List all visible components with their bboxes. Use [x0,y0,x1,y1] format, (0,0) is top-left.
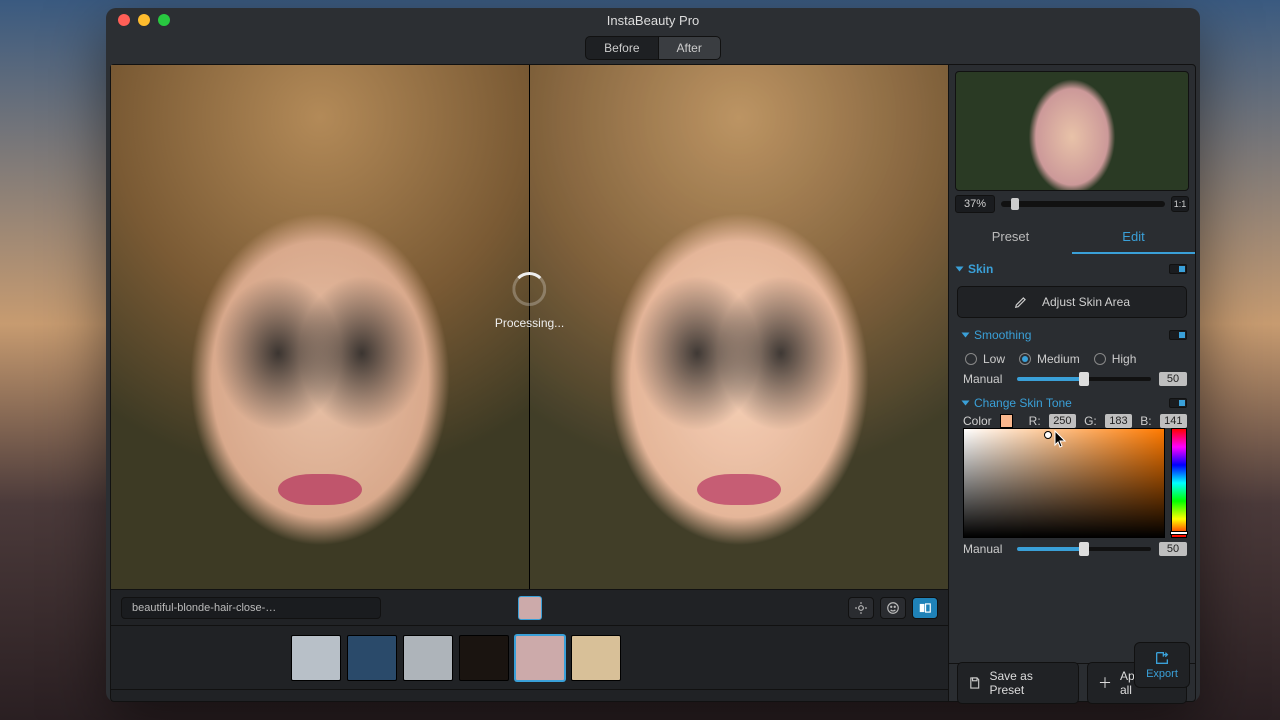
smoothing-manual-row: Manual 50 [963,372,1187,386]
filename-field[interactable]: beautiful-blonde-hair-close-… [121,597,381,619]
brush-icon [1014,295,1028,309]
r-value[interactable]: 250 [1049,414,1076,428]
section-skintone-title: Change Skin Tone [974,396,1072,410]
radio-medium-label: Medium [1037,352,1080,366]
spinner-icon [513,272,547,306]
current-thumb[interactable] [518,596,542,620]
save-icon [968,676,982,690]
compare-view[interactable]: Processing... [111,65,948,589]
smoothing-manual-slider[interactable] [1017,377,1151,381]
smoothing-toggle[interactable] [1169,330,1187,340]
smoothing-manual-label: Manual [963,372,1009,386]
section-skintone-header[interactable]: Change Skin Tone [963,392,1187,414]
thumb-0[interactable] [291,635,341,681]
save-preset-label: Save as Preset [990,669,1068,697]
edit-panel: Skin Adjust Skin Area Smoothing Low [949,254,1195,663]
export-button[interactable]: Export [1134,642,1190,688]
smoothing-manual-value[interactable]: 50 [1159,372,1187,386]
app-title: InstaBeauty Pro [106,13,1200,28]
export-icon [1153,650,1171,666]
side-panel: 37% 1:1 Preset Edit Skin Adjust Skin Are… [948,64,1196,702]
tab-preset[interactable]: Preset [949,221,1072,254]
sparkle-icon [854,601,868,615]
chevron-down-icon [962,401,970,406]
section-smoothing-header[interactable]: Smoothing [963,324,1187,346]
info-row: beautiful-blonde-hair-close-… [111,589,948,625]
skintone-manual-row: Manual 50 [963,542,1187,556]
section-skin-title: Skin [968,262,993,276]
radio-high[interactable]: High [1094,352,1137,366]
hue-knob-icon [1170,531,1188,535]
before-button[interactable]: Before [585,36,658,60]
sv-cursor-icon [1044,431,1052,439]
thumb-3[interactable] [459,635,509,681]
color-picker [963,428,1187,538]
navigator-image[interactable] [955,71,1189,191]
main-panel: Processing... beautiful-blonde-hair-clos… [110,64,948,702]
hue-slider[interactable] [1171,428,1187,538]
thumb-2[interactable] [403,635,453,681]
color-swatch[interactable] [1000,414,1013,428]
section-skin-header[interactable]: Skin [957,258,1187,280]
processing-overlay: Processing... [495,272,564,330]
plus-icon: ＋ [1098,673,1112,693]
smoothing-radios: Low Medium High [963,346,1187,372]
save-preset-button[interactable]: Save as Preset [957,662,1079,704]
section-smoothing-title: Smoothing [974,328,1031,342]
after-image [530,65,948,589]
b-value[interactable]: 141 [1160,414,1187,428]
compare-toggle: Before After [106,32,1200,64]
app-window: InstaBeauty Pro Before After Processing.… [106,8,1200,702]
adjust-skin-area-label: Adjust Skin Area [1042,295,1130,309]
thumb-4[interactable] [515,635,565,681]
titlebar: InstaBeauty Pro [106,8,1200,32]
color-label: Color [963,414,992,428]
skintone-manual-value[interactable]: 50 [1159,542,1187,556]
thumb-1[interactable] [347,635,397,681]
adjust-skin-area-button[interactable]: Adjust Skin Area [957,286,1187,318]
radio-low-label: Low [983,352,1005,366]
auto-enhance-button[interactable] [848,597,874,619]
thumb-5[interactable] [571,635,621,681]
face-detect-button[interactable] [880,597,906,619]
zoom-reset-button[interactable]: 1:1 [1171,196,1189,212]
skin-toggle[interactable] [1169,264,1187,274]
skintone-manual-slider[interactable] [1017,547,1151,551]
filmstrip-scrollbar[interactable] [111,689,948,701]
navigator: 37% 1:1 [949,65,1195,213]
chevron-down-icon [956,267,964,272]
color-row: Color R: 250 G: 183 B: 141 [963,414,1187,428]
g-label: G: [1084,414,1097,428]
zoom-percent[interactable]: 37% [955,195,995,213]
split-icon [918,601,932,615]
sv-plane[interactable] [963,428,1165,538]
processing-label: Processing... [495,316,564,330]
before-image [111,65,530,589]
panel-tabs: Preset Edit [949,221,1195,254]
split-view-button[interactable] [912,597,938,619]
skintone-toggle[interactable] [1169,398,1187,408]
radio-medium[interactable]: Medium [1019,352,1080,366]
zoom-slider[interactable] [1001,201,1165,207]
tab-edit[interactable]: Edit [1072,221,1195,254]
chevron-down-icon [962,333,970,338]
skintone-manual-label: Manual [963,542,1009,556]
b-label: B: [1140,414,1151,428]
radio-high-label: High [1112,352,1137,366]
face-icon [886,601,900,615]
export-label: Export [1146,668,1178,680]
radio-low[interactable]: Low [965,352,1005,366]
g-value[interactable]: 183 [1105,414,1132,428]
filmstrip[interactable] [111,625,948,689]
after-button[interactable]: After [659,36,721,60]
r-label: R: [1029,414,1041,428]
